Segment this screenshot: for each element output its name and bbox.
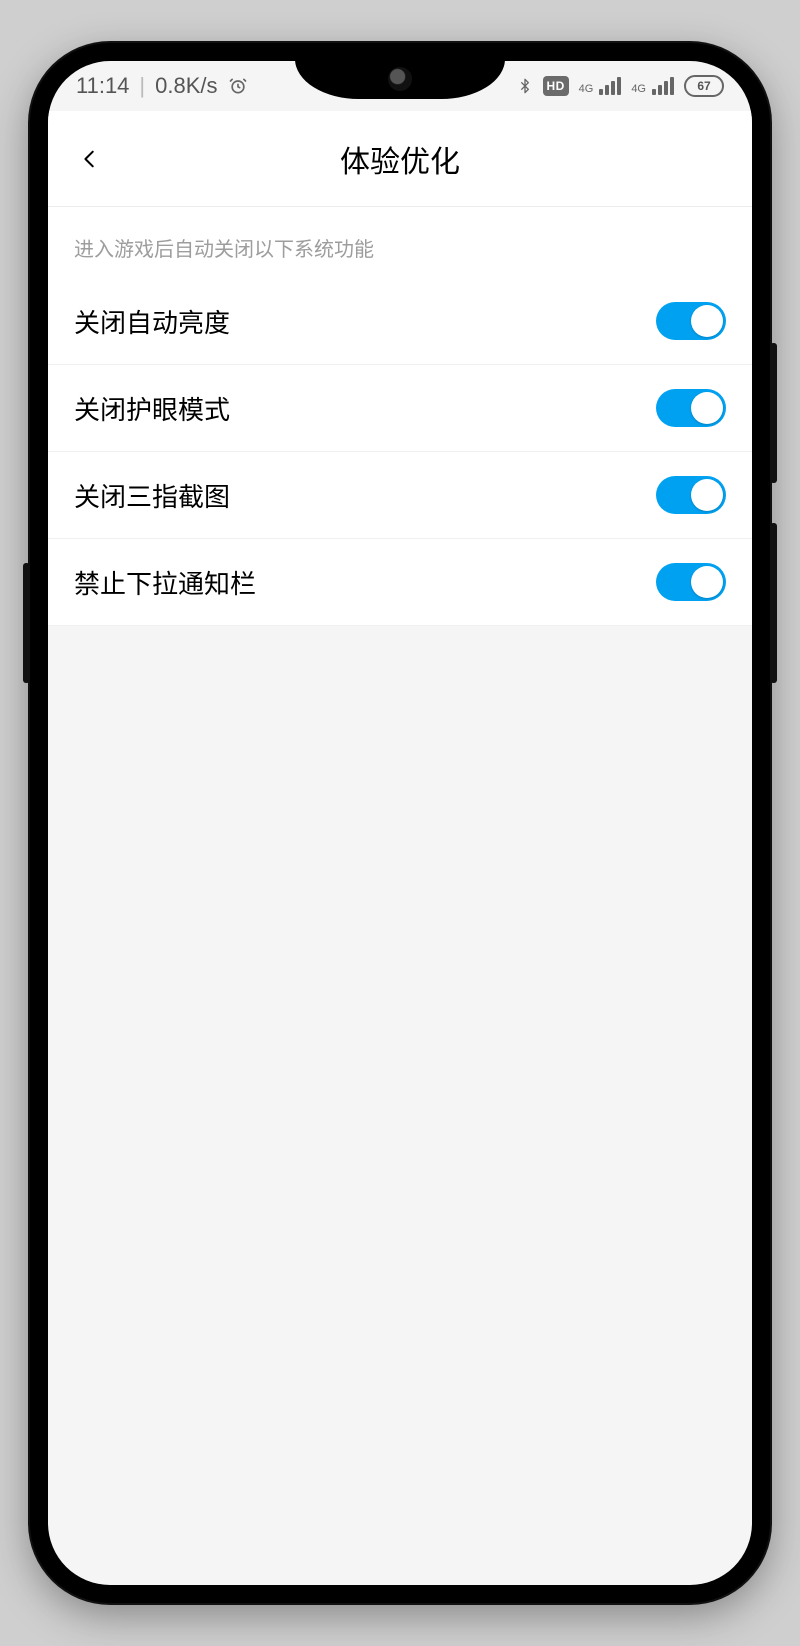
signal-1: 4G xyxy=(579,77,622,95)
toggle-auto-brightness[interactable] xyxy=(656,302,726,340)
page-title: 体验优化 xyxy=(340,137,460,181)
setting-row-eye-protect[interactable]: 关闭护眼模式 xyxy=(48,365,752,452)
screen: 11:14 | 0.8K/s xyxy=(48,61,752,1585)
battery-percent: 67 xyxy=(697,79,710,93)
side-button-left xyxy=(23,563,30,683)
settings-list: 关闭自动亮度 关闭护眼模式 关闭三指截图 禁止下拉通知栏 xyxy=(48,278,752,626)
toggle-knob xyxy=(691,305,723,337)
setting-label: 关闭三指截图 xyxy=(74,477,230,514)
setting-row-three-finger-screenshot[interactable]: 关闭三指截图 xyxy=(48,452,752,539)
signal-bars-icon xyxy=(599,77,621,95)
phone-frame: 11:14 | 0.8K/s xyxy=(30,43,770,1603)
battery-indicator: 67 xyxy=(684,75,724,97)
setting-row-block-notification-pull[interactable]: 禁止下拉通知栏 xyxy=(48,539,752,626)
hd-badge: HD xyxy=(543,76,569,96)
toggle-eye-protect[interactable] xyxy=(656,389,726,427)
status-right: HD 4G 4G 67 xyxy=(517,75,724,97)
toggle-knob xyxy=(691,479,723,511)
setting-row-auto-brightness[interactable]: 关闭自动亮度 xyxy=(48,278,752,365)
toggle-three-finger-screenshot[interactable] xyxy=(656,476,726,514)
battery-icon: 67 xyxy=(684,75,724,97)
toggle-block-notification-pull[interactable] xyxy=(656,563,726,601)
alarm-icon xyxy=(228,76,248,96)
signal-bars-icon xyxy=(652,77,674,95)
back-button[interactable] xyxy=(68,137,112,181)
side-button-1 xyxy=(770,343,777,483)
toggle-knob xyxy=(691,566,723,598)
phone-bezel: 11:14 | 0.8K/s xyxy=(42,55,758,1591)
bluetooth-icon xyxy=(517,76,533,96)
side-button-2 xyxy=(770,523,777,683)
app-header: 体验优化 xyxy=(48,111,752,207)
toggle-knob xyxy=(691,392,723,424)
chevron-left-icon xyxy=(79,142,101,176)
status-left: 11:14 | 0.8K/s xyxy=(76,73,248,99)
setting-label: 关闭自动亮度 xyxy=(74,303,230,340)
signal-1-label: 4G xyxy=(579,84,594,95)
signal-2: 4G xyxy=(631,77,674,95)
status-separator: | xyxy=(139,73,145,99)
signal-2-label: 4G xyxy=(631,84,646,95)
setting-label: 关闭护眼模式 xyxy=(74,390,230,427)
section-description: 进入游戏后自动关闭以下系统功能 xyxy=(48,207,752,278)
status-time: 11:14 xyxy=(76,73,129,99)
setting-label: 禁止下拉通知栏 xyxy=(74,564,256,601)
status-net-speed: 0.8K/s xyxy=(155,73,217,99)
notch xyxy=(295,61,505,99)
